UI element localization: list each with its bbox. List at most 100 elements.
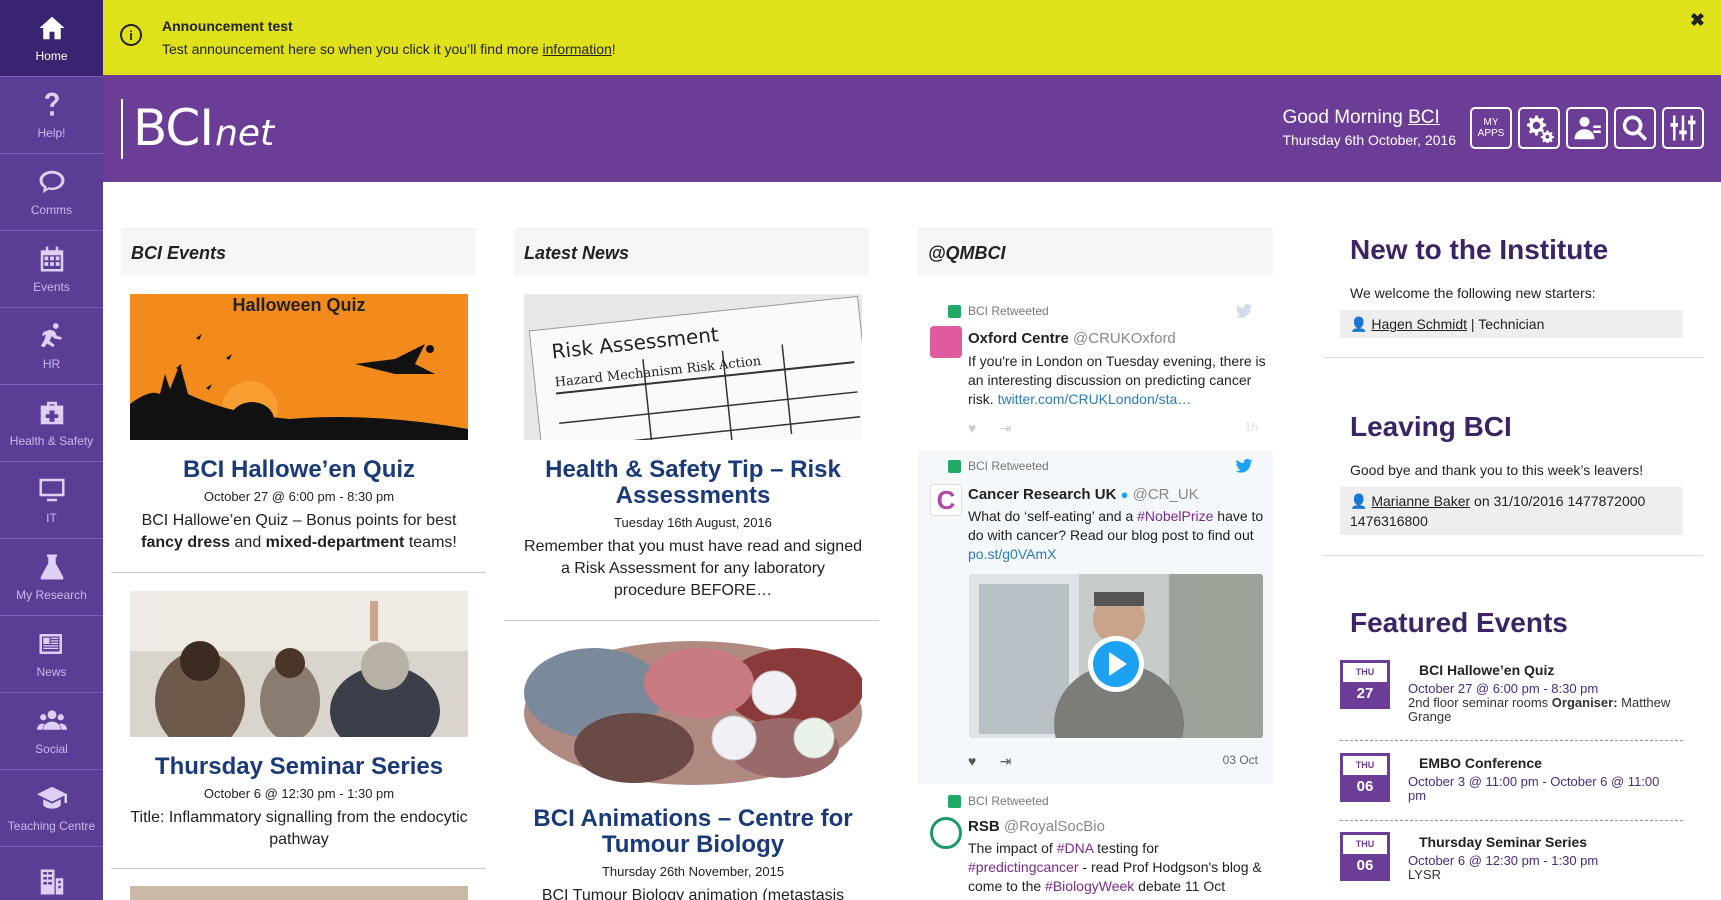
twitter-bird-icon[interactable] <box>1235 304 1253 318</box>
share-icon[interactable]: ⇥ <box>1000 753 1012 769</box>
close-icon[interactable]: ✖ <box>1690 10 1705 31</box>
search-button[interactable] <box>1614 107 1656 149</box>
featured-event-organiser-label: Organiser: <box>1551 695 1618 710</box>
seminar-image <box>130 591 468 737</box>
announcement-text: Test announcement here so when you click… <box>162 41 616 57</box>
sidebar-item-social[interactable]: Social <box>0 693 103 770</box>
event-title[interactable]: BCI Hallowe’en Quiz <box>130 457 468 483</box>
sidebar-item-building[interactable] <box>0 847 103 900</box>
sidebar-item-news[interactable]: News <box>0 616 103 693</box>
event-card[interactable]: Thursday Seminar Series October 6 @ 12:3… <box>130 591 468 861</box>
calendar-badge: THU 06 <box>1340 832 1390 881</box>
sidebar-item-health-safety[interactable]: Health & Safety <box>0 385 103 462</box>
tweet-text: The impact of #DNA testing for #predicti… <box>968 839 1268 896</box>
tweet-author[interactable]: RSB @RoyalSocBio <box>968 818 1105 835</box>
heart-icon[interactable]: ♥ <box>968 420 976 436</box>
home-icon <box>39 16 64 40</box>
profile-button[interactable] <box>1566 107 1608 149</box>
chat-icon <box>39 170 64 194</box>
share-icon[interactable]: ⇥ <box>1000 420 1012 436</box>
tweet-text-part: debate 11 Oct <box>1134 878 1226 894</box>
event-desc-bold: mixed-department <box>265 534 405 551</box>
sidebar-item-comms[interactable]: Comms <box>0 154 103 231</box>
new-to-institute-subtitle: We welcome the following new starters: <box>1350 285 1596 301</box>
preferences-button[interactable] <box>1662 107 1704 149</box>
avatar[interactable] <box>930 817 962 849</box>
tweet[interactable]: BCI Retweeted C Cancer Research UK ● @CR… <box>918 451 1273 784</box>
calendar-date: 27 <box>1343 682 1387 706</box>
heart-icon[interactable]: ♥ <box>968 753 976 769</box>
sidebar-item-teaching-centre[interactable]: Teaching Centre <box>0 770 103 847</box>
retweet-label: BCI Retweeted <box>968 459 1049 473</box>
tweet-hashtag[interactable]: #BiologyWeek <box>1045 878 1134 894</box>
news-card[interactable]: BCI Animations – Centre for Tumour Biolo… <box>524 638 862 900</box>
featured-event[interactable]: THU 27 BCI Hallowe’en Quiz October 27 @ 6… <box>1340 660 1683 742</box>
calendar-day: THU <box>1355 760 1375 770</box>
sidebar-item-my-research[interactable]: My Research <box>0 539 103 616</box>
sidebar-item-home[interactable]: Home <box>0 0 103 77</box>
news-card-body: BCI Animations – Centre for Tumour Biolo… <box>524 806 862 900</box>
featured-event-title[interactable]: EMBO Conference <box>1419 755 1542 771</box>
new-starter-link[interactable]: Hagen Schmidt <box>1371 316 1467 332</box>
twitter-bird-icon[interactable] <box>1235 459 1253 473</box>
sidebar-item-label: Social <box>35 742 68 756</box>
calendar-day: THU <box>1355 667 1375 677</box>
sidebar-item-help[interactable]: Help! <box>0 77 103 154</box>
sidebar-item-hr[interactable]: HR <box>0 308 103 385</box>
my-apps-button[interactable]: MY APPS <box>1470 107 1512 149</box>
news-title[interactable]: BCI Animations – Centre for Tumour Biolo… <box>524 806 862 858</box>
gears-icon <box>1527 115 1554 143</box>
tweet-text-part: The impact of <box>968 840 1057 856</box>
tweet-hashtag[interactable]: #DNA <box>1057 840 1094 856</box>
tweet-link[interactable]: twitter.com/CRUKLondon/sta… <box>998 391 1192 407</box>
tweet[interactable]: BCI Retweeted RSB @RoyalSocBio The impac… <box>918 786 1273 900</box>
event-description: Title: Inflammatory signalling from the … <box>130 809 468 848</box>
announcement-title: Announcement test <box>162 18 293 34</box>
newspaper-icon <box>39 634 62 654</box>
logo-main: BCI <box>133 99 214 157</box>
video-thumbnail <box>969 574 1263 738</box>
featured-event[interactable]: THU 06 Thursday Seminar Series October 6 … <box>1340 832 1683 892</box>
tweet-hashtag[interactable]: #NobelPrize <box>1137 508 1213 524</box>
avatar[interactable]: C <box>930 484 962 516</box>
featured-event-extra: 2nd floor seminar rooms Organiser: Matth… <box>1408 695 1670 724</box>
sidebar-item-it[interactable]: IT <box>0 462 103 539</box>
risk-assessment-image: Risk Assessment Hazard Mechanism Risk Ac… <box>524 294 862 440</box>
announcement-link[interactable]: information <box>543 41 612 57</box>
settings-button[interactable] <box>1518 107 1560 149</box>
event-desc-part: BCI Hallowe’en Quiz – Bonus points for b… <box>141 512 457 529</box>
news-card[interactable]: Risk Assessment Hazard Mechanism Risk Ac… <box>524 294 862 604</box>
event-card[interactable]: Halloween Quiz BCI Hallowe’en Quiz Octob… <box>130 294 468 564</box>
sidebar-item-label: Events <box>33 280 70 294</box>
news-title[interactable]: Health & Safety Tip – Risk Assessments <box>524 457 862 509</box>
leaver-link[interactable]: Marianne Baker <box>1371 493 1470 509</box>
tweet-hashtag[interactable]: #predictingcancer <box>968 859 1079 875</box>
new-starter-item: 👤 Hagen Schmidt | Technician <box>1340 310 1683 338</box>
sidebar: Home Help! Comms Events HR Health & Safe… <box>0 0 103 900</box>
featured-event-title[interactable]: Thursday Seminar Series <box>1419 834 1587 850</box>
sidebar-item-label: IT <box>46 511 57 525</box>
featured-event-title[interactable]: BCI Hallowe’en Quiz <box>1419 662 1554 678</box>
event-date: October 27 @ 6:00 pm - 8:30 pm <box>203 489 395 504</box>
tweet-author-name: RSB <box>968 818 1000 835</box>
people-icon <box>36 710 67 730</box>
my-apps-line2: APPS <box>1477 128 1505 139</box>
tweet[interactable]: BCI Retweeted Oxford Centre @CRUKOxford … <box>918 296 1273 449</box>
divider <box>504 620 879 621</box>
calendar-badge: THU 27 <box>1340 660 1390 709</box>
avatar[interactable] <box>930 326 962 358</box>
sidebar-item-events[interactable]: Events <box>0 231 103 308</box>
leaver-item: 👤 Marianne Baker on 31/10/2016 147787200… <box>1340 487 1683 535</box>
monitor-icon <box>39 478 64 502</box>
tweet-video[interactable] <box>969 574 1263 738</box>
event-title[interactable]: Thursday Seminar Series <box>130 754 468 780</box>
header-buttons: MY APPS <box>1470 107 1704 149</box>
logo[interactable]: BCI net <box>121 99 274 159</box>
featured-event[interactable]: THU 06 EMBO Conference October 3 @ 11:00 … <box>1340 753 1683 813</box>
tweet-link[interactable]: po.st/g0VAmX <box>968 546 1056 562</box>
tweet-author[interactable]: Oxford Centre @CRUKOxford <box>968 330 1176 347</box>
greeting-user-link[interactable]: BCI <box>1408 107 1440 128</box>
graduation-cap-icon <box>36 786 67 809</box>
sliders-icon <box>1670 115 1696 141</box>
tweet-author[interactable]: Cancer Research UK ● @CR_UK <box>968 486 1199 503</box>
